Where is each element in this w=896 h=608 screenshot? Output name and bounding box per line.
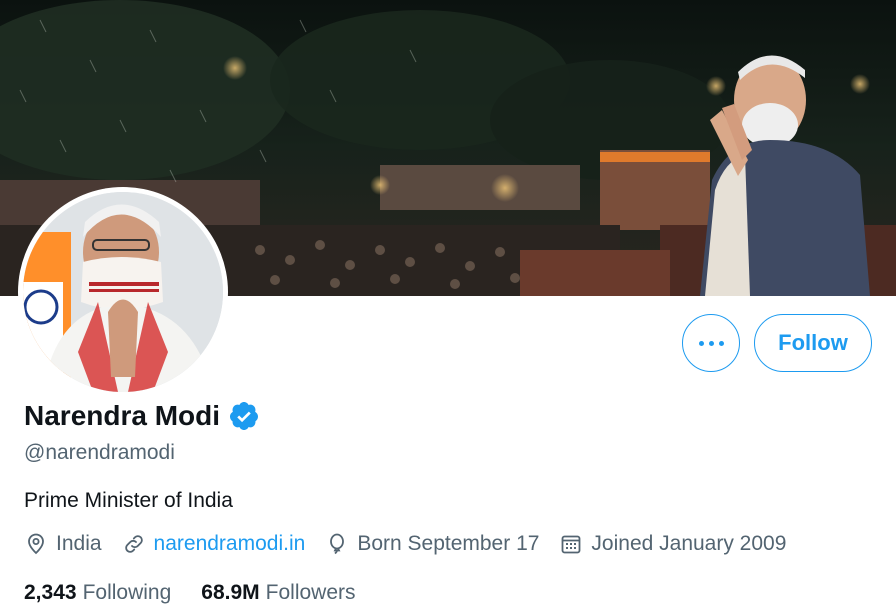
followers-stat[interactable]: 68.9M Followers [201, 581, 355, 605]
birthday-item: Born September 17 [325, 532, 539, 556]
joined-item: Joined January 2009 [559, 532, 786, 556]
website-link[interactable]: narendramodi.in [154, 532, 306, 556]
avatar-image [23, 192, 223, 392]
profile-bio: Prime Minister of India [24, 489, 233, 512]
follow-button[interactable]: Follow [754, 314, 872, 372]
following-count: 2,343 [24, 581, 77, 604]
location-item: India [24, 532, 102, 556]
more-options-button[interactable] [682, 314, 740, 372]
birthday-text: Born September 17 [357, 532, 540, 555]
following-label: Following [82, 581, 172, 604]
profile-name-row: Narendra Modi [24, 400, 260, 432]
website-item: narendramodi.in [122, 532, 306, 556]
profile-meta: India narendramodi.in Born September 17 … [24, 532, 806, 556]
profile-handle: @narendramodi [24, 441, 175, 464]
following-stat[interactable]: 2,343 Following [24, 581, 171, 605]
calendar-icon [562, 535, 581, 554]
profile-stats: 2,343 Following 68.9M Followers [24, 581, 386, 605]
joined-text: Joined January 2009 [591, 532, 787, 555]
verified-badge-icon [230, 402, 259, 430]
followers-count: 68.9M [201, 581, 260, 604]
balloon-icon [330, 533, 345, 555]
profile-name: Narendra Modi [24, 400, 221, 431]
more-horizontal-icon [698, 340, 724, 346]
location-text: India [56, 532, 102, 555]
profile-avatar[interactable] [18, 187, 228, 397]
link-icon [124, 535, 143, 553]
followers-label: Followers [265, 581, 356, 604]
location-pin-icon [28, 533, 44, 555]
